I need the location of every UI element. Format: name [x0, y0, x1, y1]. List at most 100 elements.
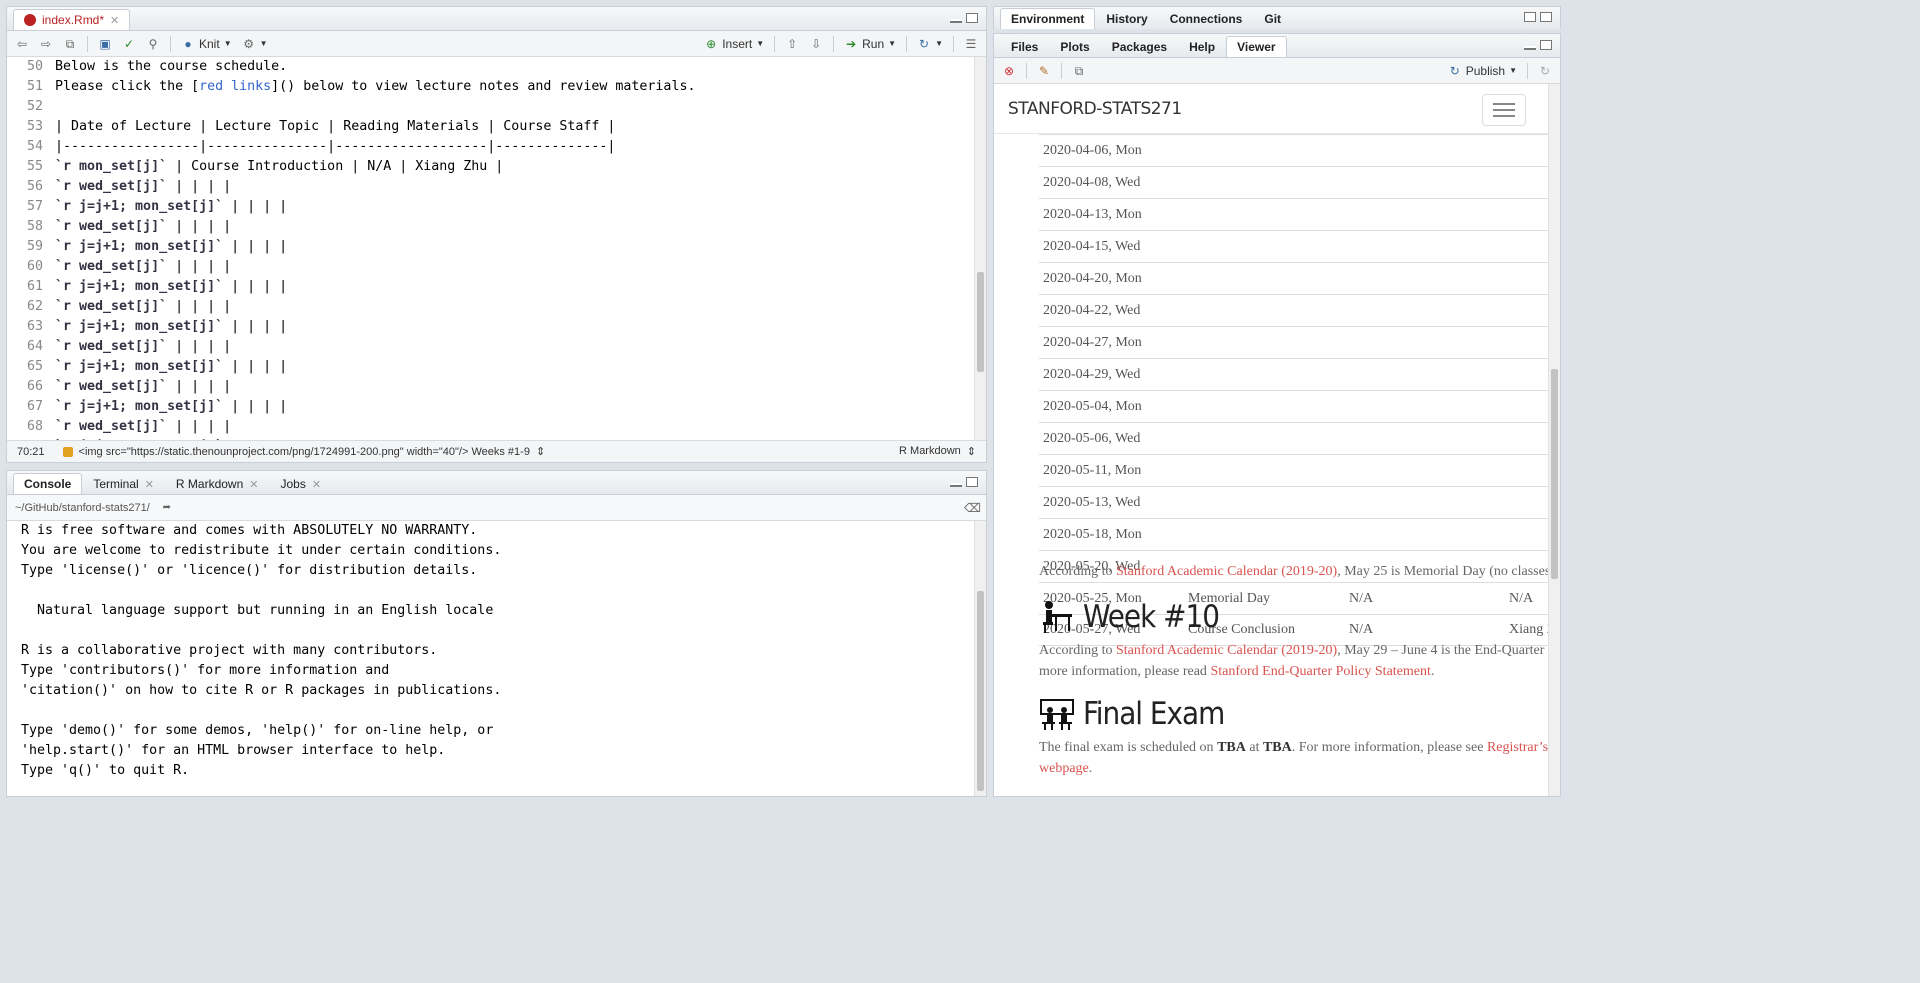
divider [833, 35, 835, 52]
tab-plots[interactable]: Plots [1049, 36, 1100, 57]
hamburger-menu-icon[interactable] [1482, 94, 1526, 126]
console-scrollbar[interactable] [974, 521, 986, 796]
broom-icon[interactable]: ✎ [1037, 64, 1051, 78]
close-tab-icon[interactable]: ✕ [110, 14, 119, 27]
tab-r-markdown[interactable]: R Markdown ✕ [165, 473, 270, 494]
editor-line: 58 `r wed_set[j]` | | | | [7, 217, 974, 237]
spellcheck-icon[interactable]: ✓ [122, 37, 136, 51]
working-directory[interactable]: ~/GitHub/stanford-stats271/ [15, 502, 150, 514]
save-icon[interactable]: ▣ [98, 37, 112, 51]
tab-index-rmd[interactable]: index.Rmd* ✕ [13, 9, 131, 30]
end-quarter-policy-link[interactable]: Stanford End-Quarter Policy Statement [1210, 664, 1430, 679]
tab-terminal[interactable]: Terminal ✕ [82, 473, 165, 494]
tab-history[interactable]: History [1095, 8, 1158, 29]
outline-context[interactable]: <img src="https://static.thenounproject.… [62, 445, 545, 458]
knit-label: Knit [199, 36, 220, 51]
rerun-button[interactable]: ↻ ▼ [917, 37, 943, 51]
text: . [1088, 761, 1093, 776]
maximize-icon[interactable] [966, 477, 978, 487]
inline-r-code: `r wed_set[j]` [55, 179, 168, 194]
settings-button[interactable]: ⚙ ▼ [242, 37, 267, 51]
editor-line: 67 `r j=j+1; mon_set[j]` | | | | [7, 397, 974, 417]
tab-console[interactable]: Console [13, 473, 83, 494]
tab-environment[interactable]: Environment [1000, 8, 1096, 29]
console-output[interactable]: R is free software and comes with ABSOLU… [7, 521, 974, 796]
divider [1061, 62, 1062, 79]
tab-viewer[interactable]: Viewer [1226, 36, 1287, 57]
remove-viewer-icon[interactable]: ⊗ [1002, 64, 1016, 78]
scrollbar-thumb[interactable] [1551, 369, 1558, 579]
minimize-icon[interactable] [1524, 46, 1536, 50]
line-code: `r wed_set[j]` | | | | [55, 259, 232, 274]
show-in-window-icon[interactable]: ⧉ [63, 37, 77, 51]
code-editor[interactable]: 50 Below is the course schedule. 51 Please … [7, 57, 974, 440]
minimize-icon[interactable] [950, 483, 962, 487]
run-button[interactable]: ➔ Run ▼ [844, 37, 896, 51]
chevron-down-icon: ▼ [756, 39, 765, 48]
line-number: 66 [26, 379, 43, 394]
tab-help[interactable]: Help [1178, 36, 1226, 57]
env-window-controls [1524, 12, 1552, 22]
file-mode[interactable]: R Markdown ⇕ [899, 445, 976, 458]
chevron-down-icon: ▼ [888, 39, 897, 48]
text: The final exam is scheduled on [1039, 740, 1218, 755]
tab-label: Console [24, 477, 72, 491]
inline-r-code: `r wed_set[j]` [55, 379, 168, 394]
knit-button[interactable]: ● Knit ▼ [181, 36, 231, 51]
up-arrow-icon[interactable]: ⇧ [785, 37, 799, 51]
close-tab-icon[interactable]: ✕ [249, 478, 258, 491]
console-tabbar: Console Terminal ✕ R Markdown ✕ Jobs ✕ [7, 471, 986, 495]
show-in-window-icon[interactable]: ⧉ [1072, 64, 1086, 78]
academic-calendar-link[interactable]: Stanford Academic Calendar (2019-20) [1116, 564, 1337, 579]
minimize-icon[interactable] [950, 19, 962, 23]
viewer-scrollbar[interactable] [1548, 84, 1560, 796]
schedule-cell: 2020-05-04, Mon [1043, 398, 1142, 414]
schedule-row: 2020-04-08, Wed [1039, 166, 1548, 198]
maximize-icon[interactable] [1540, 40, 1552, 50]
insert-button[interactable]: ⊕ Insert ▼ [704, 37, 764, 51]
line-code: `r wed_set[j]` | | | | [55, 419, 232, 434]
search-icon[interactable]: ⚲ [146, 37, 160, 51]
context-label: <img src="https://static.thenounproject.… [78, 445, 530, 458]
close-tab-icon[interactable]: ✕ [145, 478, 154, 491]
refresh-icon[interactable]: ↻ [1538, 64, 1552, 78]
schedule-row: 2020-04-13, Mon [1039, 198, 1548, 230]
editor-scrollbar[interactable] [974, 57, 986, 440]
academic-calendar-link[interactable]: Stanford Academic Calendar (2019-20) [1116, 643, 1337, 658]
restore-icon[interactable] [1524, 12, 1536, 22]
line-number: 59 [26, 239, 43, 254]
down-arrow-icon[interactable]: ⇩ [809, 37, 823, 51]
line-number: 52 [26, 99, 43, 114]
scrollbar-thumb[interactable] [977, 591, 984, 791]
tab-label: index.Rmd* [42, 13, 105, 27]
line-number: 68 [26, 419, 43, 434]
publish-label: Publish [1465, 63, 1506, 78]
console-line: R is free software and comes with ABSOLU… [21, 523, 478, 538]
console-line: Type 'contributors()' for more informati… [21, 663, 390, 678]
maximize-icon[interactable] [1540, 12, 1552, 22]
close-tab-icon[interactable]: ✕ [312, 478, 321, 491]
console-pathbar: ~/GitHub/stanford-stats271/ ➦ ⌫ [7, 495, 986, 521]
outline-icon[interactable]: ☰ [964, 37, 978, 51]
goto-directory-icon[interactable]: ➦ [160, 501, 174, 515]
scrollbar-thumb[interactable] [977, 272, 984, 372]
exam-desks-icon [1040, 699, 1074, 730]
schedule-row: 2020-04-27, Mon [1039, 326, 1548, 358]
site-brand[interactable]: STANFORD-STATS271 [1008, 99, 1182, 119]
line-code: |-----------------|---------------|-----… [55, 139, 616, 154]
tab-git[interactable]: Git [1253, 8, 1292, 29]
console-window-controls [950, 477, 978, 487]
console-line: 'citation()' on how to cite R or R packa… [21, 683, 502, 698]
tab-connections[interactable]: Connections [1159, 8, 1254, 29]
tab-files[interactable]: Files [1000, 36, 1049, 57]
publish-button[interactable]: ↻ Publish ▼ [1448, 64, 1517, 78]
line-code: `r wed_set[j]` | | | | [55, 379, 232, 394]
forward-arrow-icon[interactable]: ⇨ [39, 37, 53, 51]
environment-pane: Environment History Connections Git [993, 6, 1561, 29]
back-arrow-icon[interactable]: ⇦ [15, 37, 29, 51]
site-navbar: STANFORD-STATS271 [994, 84, 1548, 134]
clear-console-icon[interactable]: ⌫ [964, 501, 981, 515]
tab-jobs[interactable]: Jobs ✕ [270, 473, 333, 494]
maximize-icon[interactable] [966, 13, 978, 23]
tab-packages[interactable]: Packages [1101, 36, 1178, 57]
